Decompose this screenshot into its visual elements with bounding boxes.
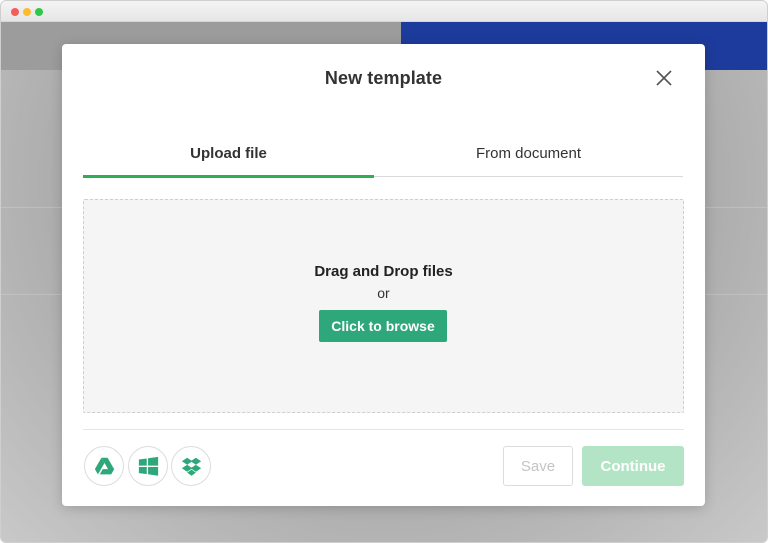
close-icon bbox=[656, 70, 672, 86]
save-button[interactable]: Save bbox=[503, 446, 573, 486]
onedrive-windows-button[interactable] bbox=[128, 446, 168, 486]
google-drive-icon bbox=[94, 457, 115, 475]
window-titlebar bbox=[1, 1, 767, 22]
browser-window: New template Upload file From document D… bbox=[0, 0, 768, 543]
dropzone-or-text: or bbox=[377, 285, 390, 301]
window-maximize-control[interactable] bbox=[35, 8, 43, 16]
close-button[interactable] bbox=[655, 69, 673, 87]
footer-divider bbox=[83, 429, 684, 430]
continue-button[interactable]: Continue bbox=[582, 446, 684, 486]
file-dropzone[interactable]: Drag and Drop files or Click to browse bbox=[83, 199, 684, 413]
new-template-modal: New template Upload file From document D… bbox=[62, 44, 705, 506]
dropzone-title: Drag and Drop files bbox=[314, 263, 453, 280]
window-close-control[interactable] bbox=[11, 8, 19, 16]
windows-icon bbox=[138, 456, 159, 476]
upload-source-tabs: Upload file From document bbox=[83, 139, 683, 179]
dropbox-button[interactable] bbox=[171, 446, 211, 486]
modal-title: New template bbox=[324, 68, 443, 88]
google-drive-button[interactable] bbox=[84, 446, 124, 486]
click-to-browse-button[interactable]: Click to browse bbox=[319, 310, 447, 342]
dropbox-icon bbox=[181, 457, 202, 476]
tab-upload-file[interactable]: Upload file bbox=[83, 139, 374, 179]
tab-from-document[interactable]: From document bbox=[374, 139, 683, 179]
window-minimize-control[interactable] bbox=[23, 8, 31, 16]
active-tab-indicator bbox=[83, 175, 374, 178]
